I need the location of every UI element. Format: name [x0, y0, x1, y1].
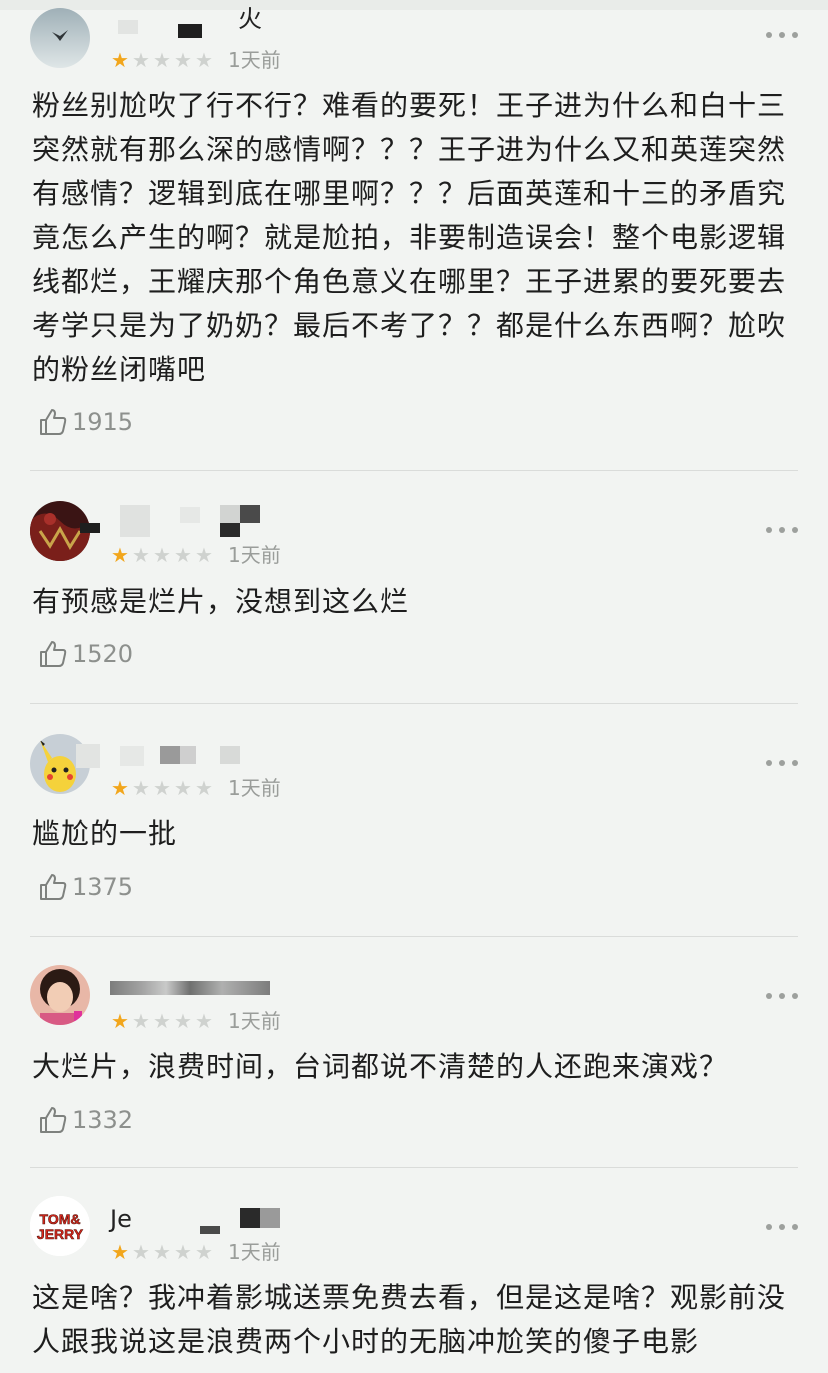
- review-text: 这是啥？我冲着影城送票免费去看，但是这是啥？观影前没人跟我说这是浪费两个小时的无…: [32, 1281, 787, 1358]
- bird-sky-avatar-icon: [30, 8, 90, 68]
- username-mosaic: [240, 1208, 260, 1228]
- woman-photo-avatar-icon: [30, 965, 90, 1025]
- username-mosaic: [240, 505, 260, 523]
- star-icon: ★: [111, 543, 129, 567]
- more-options-icon[interactable]: [766, 1222, 798, 1232]
- star-icon: ★: [153, 1009, 171, 1033]
- star-icon: ★: [195, 543, 213, 567]
- star-rating: ★ ★ ★ ★ ★: [110, 48, 214, 72]
- username-mosaic: [180, 507, 200, 523]
- svg-text:JERRY: JERRY: [37, 1226, 84, 1242]
- more-options-icon[interactable]: [766, 525, 798, 535]
- star-icon: ★: [153, 543, 171, 567]
- review-text: 粉丝别尬吹了行不行？难看的要死！王子进为什么和白十三突然就有那么深的感情啊？？？…: [32, 89, 787, 386]
- star-icon: ★: [153, 48, 171, 72]
- star-icon: ★: [111, 48, 129, 72]
- review-time: 1天前: [228, 776, 281, 800]
- username-text: 火: [238, 5, 262, 33]
- review-item: ★ ★ ★ ★ ★ 1天前 有预感是烂片，没想到这么烂 1520: [0, 471, 828, 704]
- review-time: 1天前: [228, 1240, 281, 1264]
- review-text: 有预感是烂片，没想到这么烂: [32, 585, 410, 618]
- star-rating: ★ ★ ★ ★ ★: [110, 776, 214, 800]
- username-mosaic: [110, 981, 270, 995]
- username-mosaic: [120, 505, 150, 537]
- username-text: Je: [110, 1205, 132, 1233]
- like-button[interactable]: 1332: [38, 1103, 133, 1137]
- username-mosaic: [76, 744, 100, 768]
- username-mosaic: [220, 523, 240, 537]
- username-mosaic: [178, 24, 202, 38]
- star-icon: ★: [174, 776, 192, 800]
- like-count: 1332: [72, 1106, 134, 1134]
- thumbs-up-icon: [40, 641, 67, 667]
- username-mosaic: [260, 1208, 280, 1228]
- star-icon: ★: [195, 1009, 213, 1033]
- star-icon: ★: [132, 1009, 150, 1033]
- review-time: 1天前: [228, 48, 281, 72]
- star-icon: ★: [132, 48, 150, 72]
- like-count: 1915: [72, 408, 134, 436]
- username-mosaic: [80, 523, 100, 533]
- star-icon: ★: [153, 1240, 171, 1264]
- star-icon: ★: [174, 1240, 192, 1264]
- review-item: ★ ★ ★ ★ ★ 1天前 尴尬的一批 1375: [0, 704, 828, 937]
- user-avatar[interactable]: TOM& JERRY: [30, 1196, 90, 1256]
- username-mosaic: [200, 1226, 220, 1234]
- thumbs-up-icon: [40, 1107, 67, 1133]
- star-icon: ★: [132, 1240, 150, 1264]
- avatar-logo-text: TOM&: [40, 1211, 81, 1227]
- like-button[interactable]: 1375: [38, 870, 133, 904]
- review-text: 大烂片，浪费时间，台词都说不清楚的人还跑来演戏？: [32, 1050, 729, 1083]
- more-options-icon[interactable]: [766, 758, 798, 768]
- star-icon: ★: [132, 776, 150, 800]
- username-mosaic: [220, 746, 240, 764]
- star-icon: ★: [174, 1009, 192, 1033]
- username-mosaic: [120, 746, 144, 766]
- username-mosaic: [180, 746, 196, 764]
- review-item: TOM& JERRY Je ★ ★ ★ ★ ★ 1天前 这是啥？我冲着影城送票免费去看，…: [0, 1168, 828, 1373]
- star-rating: ★ ★ ★ ★ ★: [110, 543, 214, 567]
- star-icon: ★: [195, 1240, 213, 1264]
- like-button[interactable]: 1915: [38, 405, 133, 439]
- review-item: ★ ★ ★ ★ ★ 1天前 大烂片，浪费时间，台词都说不清楚的人还跑来演戏？ 1332: [0, 937, 828, 1168]
- star-icon: ★: [174, 543, 192, 567]
- review-time: 1天前: [228, 543, 281, 567]
- star-rating: ★ ★ ★ ★ ★: [110, 1009, 214, 1033]
- star-icon: ★: [195, 776, 213, 800]
- star-icon: ★: [111, 1240, 129, 1264]
- more-options-icon[interactable]: [766, 30, 798, 40]
- star-icon: ★: [111, 1009, 129, 1033]
- review-time: 1天前: [228, 1009, 281, 1033]
- review-text: 尴尬的一批: [32, 817, 178, 850]
- star-icon: ★: [174, 48, 192, 72]
- star-rating: ★ ★ ★ ★ ★: [110, 1240, 214, 1264]
- like-count: 1520: [72, 640, 134, 668]
- star-icon: ★: [132, 543, 150, 567]
- tom-and-jerry-logo-icon: TOM& JERRY: [30, 1196, 90, 1256]
- like-button[interactable]: 1520: [38, 637, 133, 671]
- like-count: 1375: [72, 873, 134, 901]
- thumbs-up-icon: [40, 409, 67, 435]
- username-mosaic: [160, 746, 180, 764]
- star-icon: ★: [153, 776, 171, 800]
- star-icon: ★: [111, 776, 129, 800]
- star-icon: ★: [195, 48, 213, 72]
- user-avatar[interactable]: [30, 965, 90, 1025]
- more-options-icon[interactable]: [766, 991, 798, 1001]
- thumbs-up-icon: [40, 874, 67, 900]
- username-mosaic: [220, 505, 240, 523]
- username-mosaic: [118, 20, 138, 34]
- review-item: 火 ★ ★ ★ ★ ★ 1天前 粉丝别尬吹了行不行？难看的要死！王子进为什么和白十三突然…: [0, 0, 828, 471]
- user-avatar[interactable]: [30, 8, 90, 68]
